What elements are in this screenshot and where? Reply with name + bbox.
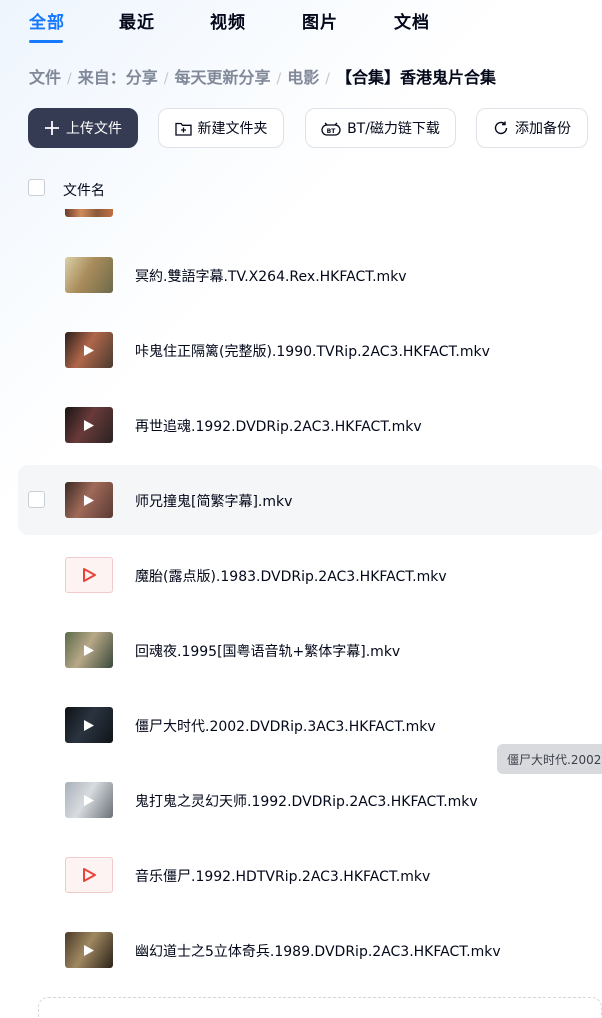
file-thumbnail — [65, 209, 113, 217]
breadcrumb: 文件 / 来自：分享 / 每天更新分享 / 电影 / 【合集】香港鬼片合集 — [29, 64, 496, 88]
video-thumbnail — [65, 257, 113, 293]
select-all-checkbox[interactable] — [28, 179, 45, 196]
video-thumbnail — [65, 932, 113, 968]
file-list-header: 文件名 — [0, 177, 602, 201]
play-icon — [65, 482, 113, 518]
file-row[interactable]: 咔鬼住正隔篱(完整版).1990.TVRip.2AC3.HKFACT.mkv — [18, 315, 602, 385]
file-row[interactable]: 再世追魂.1992.DVDRip.2AC3.HKFACT.mkv — [18, 390, 602, 460]
file-name[interactable]: 幽幻道士之5立体奇兵.1989.DVDRip.2AC3.HKFACT.mkv — [135, 941, 501, 961]
file-row[interactable]: 鬼打鬼之灵幻天师.1992.DVDRip.2AC3.HKFACT.mkv — [18, 765, 602, 835]
column-header-filename[interactable]: 文件名 — [63, 180, 105, 200]
file-name[interactable]: 回魂夜.1995[国粤语音轨+繁体字幕].mkv — [135, 641, 400, 661]
file-row[interactable]: 回魂夜.1995[国粤语音轨+繁体字幕].mkv — [18, 615, 602, 685]
add-backup-label: 添加备份 — [515, 121, 571, 137]
category-tabs: 全部 最近 视频 图片 文档 — [0, 0, 602, 44]
tab-images[interactable]: 图片 — [302, 8, 338, 33]
play-icon — [65, 932, 113, 968]
video-file-icon — [65, 557, 113, 593]
file-name[interactable]: 咔鬼住正隔篱(完整版).1990.TVRip.2AC3.HKFACT.mkv — [135, 341, 490, 361]
video-thumbnail — [65, 407, 113, 443]
video-thumbnail — [65, 332, 113, 368]
play-icon — [65, 632, 113, 668]
video-thumbnail — [65, 782, 113, 818]
file-name[interactable]: 冥約.雙語字幕.TV.X264.Rex.HKFACT.mkv — [135, 266, 407, 286]
file-name[interactable]: 师兄撞鬼[简繁字幕].mkv — [135, 491, 292, 511]
file-name[interactable]: 魔胎(露点版).1983.DVDRip.2AC3.HKFACT.mkv — [135, 566, 447, 586]
file-row[interactable]: 师兄撞鬼[简繁字幕].mkv — [18, 465, 602, 535]
refresh-icon — [493, 120, 509, 136]
breadcrumb-current-folder: 【合集】香港鬼片合集 — [335, 68, 496, 87]
video-thumbnail — [65, 632, 113, 668]
add-backup-button[interactable]: 添加备份 — [476, 108, 588, 148]
file-name[interactable]: 僵尸大时代.2002.DVDRip.3AC3.HKFACT.mkv — [135, 716, 436, 736]
new-folder-icon — [174, 121, 192, 136]
upload-dropzone[interactable] — [38, 997, 602, 1018]
filename-tooltip: 僵尸大时代.2002. — [497, 744, 602, 774]
upload-file-button[interactable]: 上传文件 — [28, 108, 138, 148]
breadcrumb-daily-share[interactable]: 每天更新分享 — [174, 64, 270, 88]
breadcrumb-separator: / — [276, 71, 282, 87]
breadcrumb-movies[interactable]: 电影 — [287, 64, 319, 88]
row-checkbox[interactable] — [28, 491, 45, 508]
file-name[interactable]: 音乐僵尸.1992.HDTVRip.2AC3.HKFACT.mkv — [135, 866, 430, 886]
play-icon — [65, 707, 113, 743]
breadcrumb-shared[interactable]: 来自：分享 — [78, 64, 158, 88]
tab-videos[interactable]: 视频 — [210, 8, 246, 33]
bt-magnet-download-label: BT/磁力链下载 — [347, 121, 440, 137]
tab-recent[interactable]: 最近 — [119, 8, 155, 33]
breadcrumb-files[interactable]: 文件 — [29, 64, 61, 88]
play-icon — [65, 407, 113, 443]
file-row[interactable]: 幽幻道士之5立体奇兵.1989.DVDRip.2AC3.HKFACT.mkv — [18, 915, 602, 985]
active-tab-indicator — [29, 40, 63, 43]
play-icon — [65, 782, 113, 818]
file-row[interactable]: 音乐僵尸.1992.HDTVRip.2AC3.HKFACT.mkv — [18, 840, 602, 910]
video-thumbnail — [65, 482, 113, 518]
file-row[interactable]: 魔胎(露点版).1983.DVDRip.2AC3.HKFACT.mkv — [18, 540, 602, 610]
svg-text:BT: BT — [327, 128, 337, 135]
tab-all[interactable]: 全部 — [29, 8, 65, 33]
video-thumbnail — [65, 707, 113, 743]
plus-icon — [44, 120, 60, 136]
breadcrumb-separator: / — [325, 71, 330, 87]
video-file-icon — [65, 857, 113, 893]
breadcrumb-separator: / — [163, 71, 169, 87]
new-folder-label: 新建文件夹 — [197, 121, 268, 137]
tab-documents[interactable]: 文档 — [394, 8, 430, 33]
bt-icon: BT — [321, 120, 341, 136]
breadcrumb-separator: / — [67, 71, 72, 87]
file-name[interactable]: 鬼打鬼之灵幻天师.1992.DVDRip.2AC3.HKFACT.mkv — [135, 791, 478, 811]
upload-file-label: 上传文件 — [66, 121, 122, 137]
file-row[interactable]: 冥約.雙語字幕.TV.X264.Rex.HKFACT.mkv — [18, 240, 602, 310]
new-folder-button[interactable]: 新建文件夹 — [158, 108, 284, 148]
file-name[interactable]: 再世追魂.1992.DVDRip.2AC3.HKFACT.mkv — [135, 416, 422, 436]
play-icon — [65, 332, 113, 368]
bt-magnet-download-button[interactable]: BT BT/磁力链下载 — [305, 108, 456, 148]
